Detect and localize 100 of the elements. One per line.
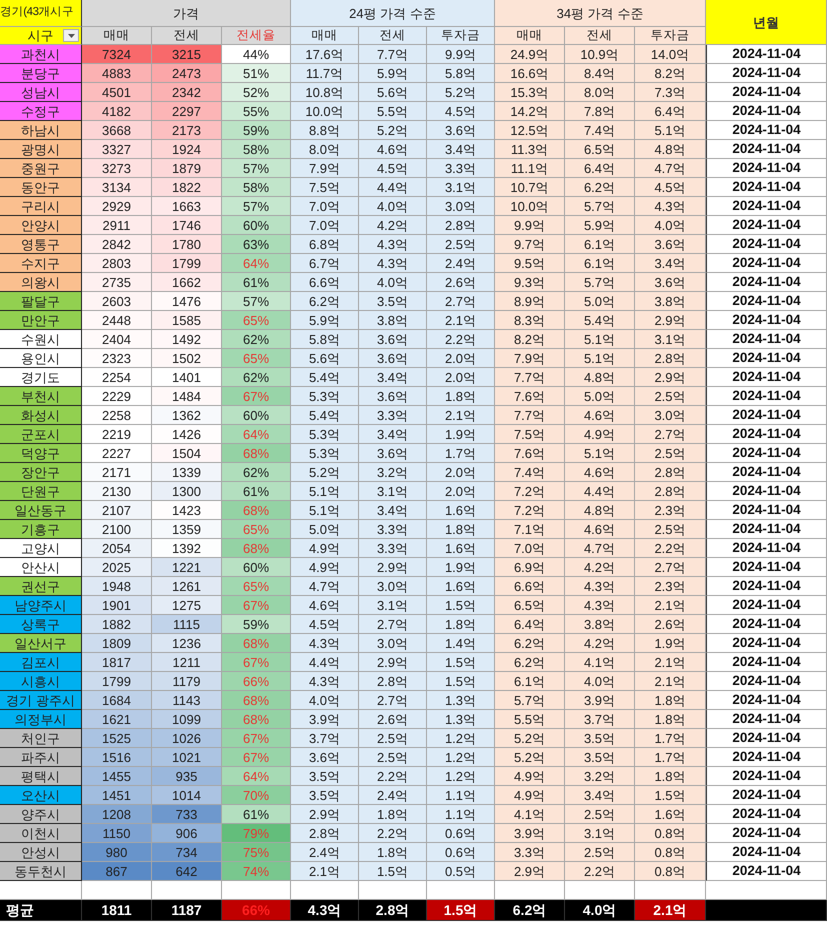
price-cell: 4.7억	[565, 539, 635, 558]
price-cell: 2.5억	[565, 805, 635, 824]
group-header: 34평 가격 수준	[495, 0, 706, 27]
price-cell: 2.1억	[635, 672, 706, 691]
region-cell: 중원구	[0, 159, 82, 178]
date-cell: 2024-11-04	[706, 349, 827, 368]
price-cell: 5.4억	[565, 311, 635, 330]
price-cell: 1.7억	[427, 444, 495, 463]
ratio-cell: 61%	[222, 273, 291, 292]
price-cell: 2.8억	[291, 824, 359, 843]
column-header: 매매	[82, 27, 152, 45]
price-cell: 1.1억	[427, 786, 495, 805]
price-cell: 7.1억	[495, 520, 565, 539]
region-cell: 김포시	[0, 653, 82, 672]
price-cell: 4.4억	[359, 178, 427, 197]
price-cell: 3.1억	[359, 596, 427, 615]
price-cell: 2.7억	[359, 691, 427, 710]
ratio-cell: 74%	[222, 862, 291, 881]
price-cell: 8.0억	[565, 83, 635, 102]
price-cell: 2.7억	[635, 425, 706, 444]
price-cell: 3.5억	[565, 729, 635, 748]
price-cell: 1.2억	[427, 729, 495, 748]
sale-cell: 2404	[82, 330, 152, 349]
region-cell: 덕양구	[0, 444, 82, 463]
price-cell: 5.1억	[635, 121, 706, 140]
price-cell: 4.3억	[359, 254, 427, 273]
price-cell: 7.7억	[495, 368, 565, 387]
price-cell: 4.5억	[291, 615, 359, 634]
price-cell: 4.7억	[635, 159, 706, 178]
price-cell: 2.2억	[427, 330, 495, 349]
price-cell: 5.6억	[359, 83, 427, 102]
price-cell: 4.3억	[359, 235, 427, 254]
date-cell: 2024-11-04	[706, 64, 827, 83]
price-cell: 5.1억	[565, 444, 635, 463]
price-cell: 1.6억	[427, 539, 495, 558]
ratio-cell: 57%	[222, 197, 291, 216]
ratio-cell: 63%	[222, 235, 291, 254]
jeonse-cell: 1423	[152, 501, 222, 520]
price-cell: 0.6억	[427, 843, 495, 862]
column-header: 전세	[359, 27, 427, 45]
ratio-cell: 58%	[222, 140, 291, 159]
sale-cell: 1817	[82, 653, 152, 672]
ratio-cell: 61%	[222, 805, 291, 824]
group-header: 24평 가격 수준	[291, 0, 495, 27]
price-cell: 2.1억	[291, 862, 359, 881]
price-cell: 4.3억	[565, 577, 635, 596]
price-cell: 3.5억	[291, 767, 359, 786]
price-cell: 10.0억	[495, 197, 565, 216]
ratio-cell: 57%	[222, 159, 291, 178]
price-cell: 2.5억	[359, 729, 427, 748]
price-cell: 2.0억	[427, 349, 495, 368]
price-cell: 4.9억	[495, 767, 565, 786]
price-cell: 1.6억	[635, 805, 706, 824]
price-cell: 5.3억	[291, 444, 359, 463]
ratio-cell: 68%	[222, 710, 291, 729]
ratio-cell: 67%	[222, 748, 291, 767]
sale-cell: 1150	[82, 824, 152, 843]
price-cell: 3.5억	[291, 786, 359, 805]
sale-cell: 1208	[82, 805, 152, 824]
date-cell: 2024-11-04	[706, 691, 827, 710]
date-cell: 2024-11-04	[706, 178, 827, 197]
price-cell: 3.6억	[359, 444, 427, 463]
sale-cell: 1451	[82, 786, 152, 805]
price-cell: 5.8억	[291, 330, 359, 349]
price-cell: 3.5억	[565, 748, 635, 767]
sale-cell: 2130	[82, 482, 152, 501]
jeonse-cell: 1261	[152, 577, 222, 596]
price-cell: 5.5억	[495, 710, 565, 729]
price-cell: 5.3억	[291, 387, 359, 406]
filter-button[interactable]	[63, 29, 79, 42]
date-cell: 2024-11-04	[706, 102, 827, 121]
ratio-cell: 67%	[222, 387, 291, 406]
jeonse-cell: 2297	[152, 102, 222, 121]
sale-cell: 2842	[82, 235, 152, 254]
jeonse-cell: 1143	[152, 691, 222, 710]
price-cell: 1.8억	[359, 805, 427, 824]
date-cell: 2024-11-04	[706, 577, 827, 596]
price-cell: 3.1억	[427, 178, 495, 197]
price-cell: 7.4억	[495, 463, 565, 482]
date-cell: 2024-11-04	[706, 83, 827, 102]
date-cell: 2024-11-04	[706, 786, 827, 805]
price-cell: 1.7억	[635, 748, 706, 767]
price-cell: 4.8억	[635, 140, 706, 159]
price-cell: 8.4억	[565, 64, 635, 83]
region-cell: 동두천시	[0, 862, 82, 881]
price-cell: 24.9억	[495, 45, 565, 64]
price-cell: 3.1억	[635, 330, 706, 349]
price-cell: 6.6억	[291, 273, 359, 292]
price-cell: 1.6억	[427, 577, 495, 596]
price-cell: 8.9억	[495, 292, 565, 311]
price-cell: 5.3억	[291, 425, 359, 444]
sale-cell: 2929	[82, 197, 152, 216]
price-cell: 0.8억	[635, 843, 706, 862]
price-cell: 4.8억	[565, 501, 635, 520]
jeonse-cell: 906	[152, 824, 222, 843]
region-cell: 만안구	[0, 311, 82, 330]
price-cell: 7.9억	[291, 159, 359, 178]
price-cell: 1.1억	[427, 805, 495, 824]
jeonse-cell: 1426	[152, 425, 222, 444]
price-cell: 3.4억	[427, 140, 495, 159]
